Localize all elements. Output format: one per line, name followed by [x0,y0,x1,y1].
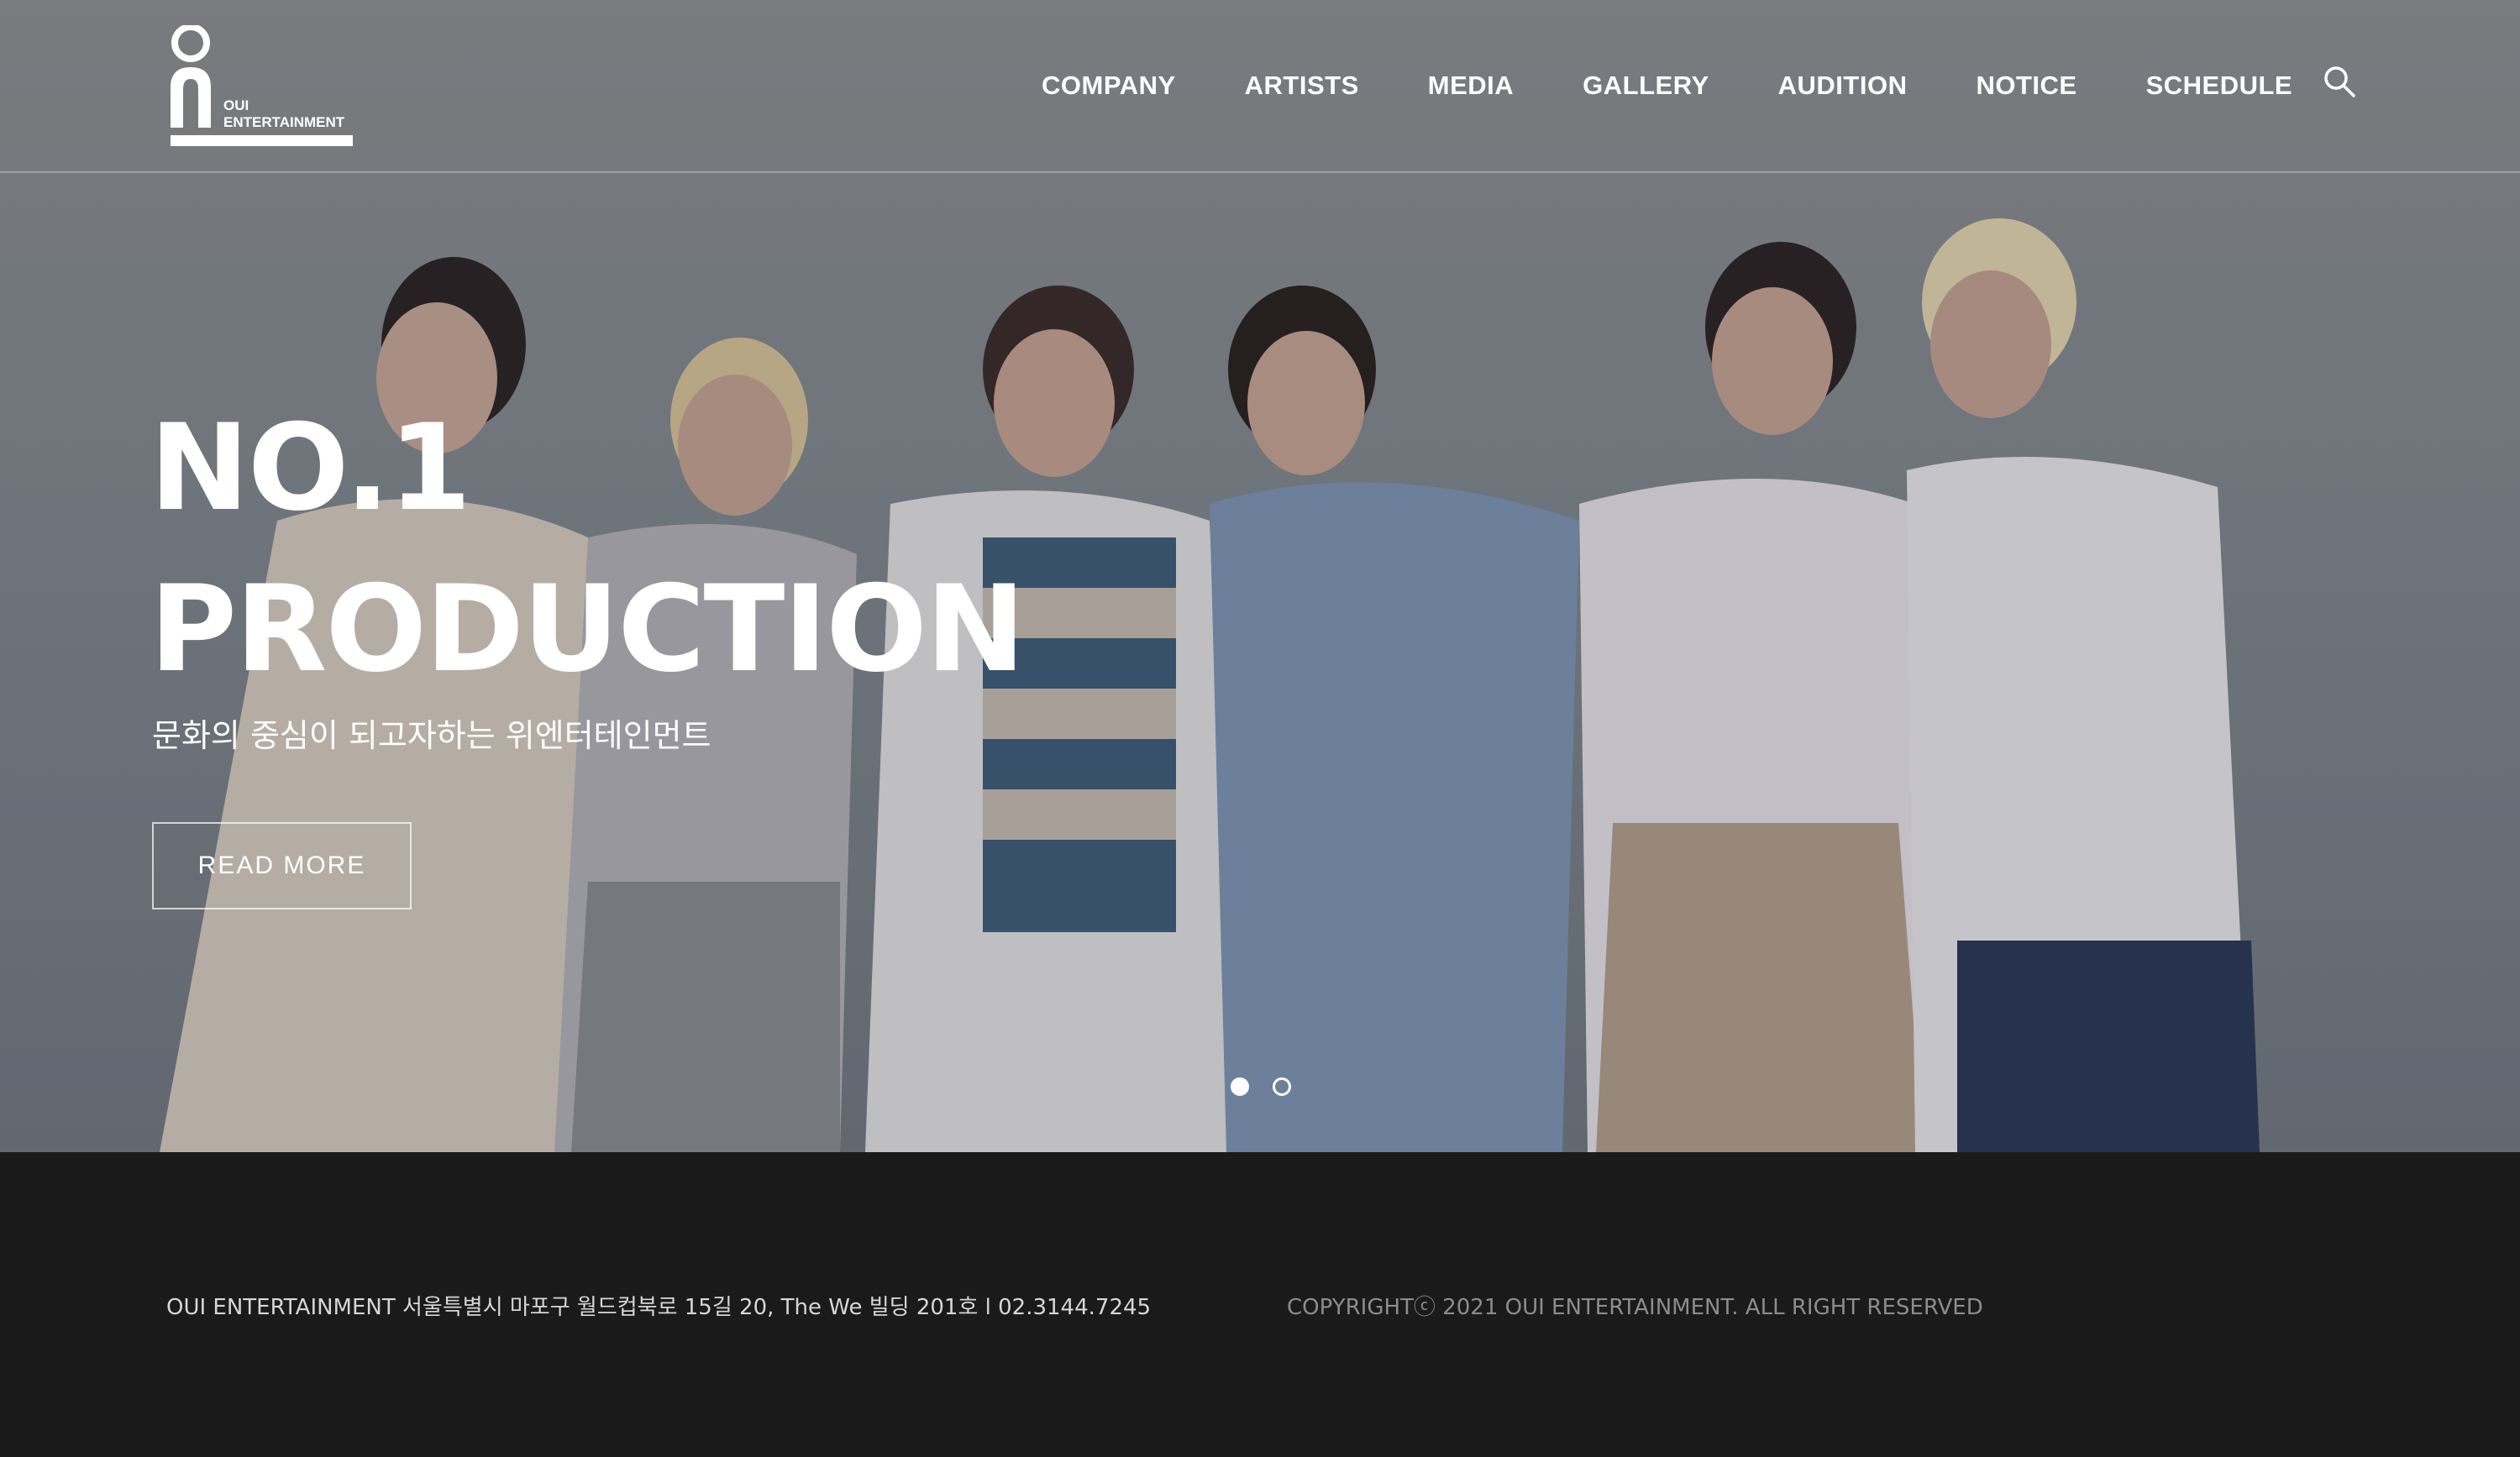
footer-company-info: OUI ENTERTAINMENT 서울특별시 마포구 월드컵북로 15길 20… [166,1295,1152,1320]
nav-item-artists[interactable]: ARTISTS [1245,71,1359,101]
site-header: OUI ENTERTAINMENT COMPANY ARTISTS MEDIA … [0,0,2520,173]
nav-item-schedule[interactable]: SCHEDULE [2146,71,2293,101]
hero-headline: NO.1 PRODUCTION [150,388,1026,710]
slider-pagination [1231,1077,1315,1096]
nav-item-audition[interactable]: AUDITION [1778,71,1908,101]
slide-dot-2[interactable] [1273,1077,1291,1096]
hero-headline-line1: NO.1 [150,399,471,537]
nav-item-company[interactable]: COMPANY [1042,71,1176,101]
logo-text-entertainment: ENTERTAINMENT [223,114,345,130]
oui-entertainment-logo[interactable]: OUI ENTERTAINMENT [168,25,354,148]
hero-headline-line2: PRODUCTION [150,560,1026,699]
slide-dot-1[interactable] [1231,1077,1249,1096]
site-footer: OUI ENTERTAINMENT 서울특별시 마포구 월드컵북로 15길 20… [0,1152,2520,1457]
read-more-button[interactable]: READ MORE [152,822,412,909]
nav-item-media[interactable]: MEDIA [1428,71,1514,101]
main-nav: COMPANY ARTISTS MEDIA GALLERY AUDITION N… [1042,69,2292,102]
footer-copyright: COPYRIGHTⓒ 2021 OUI ENTERTAINMENT. ALL R… [1287,1295,1983,1320]
nav-item-notice[interactable]: NOTICE [1976,71,2076,101]
logo-text-oui: OUI [223,97,249,113]
search-icon [2324,66,2355,97]
hero-subtitle: 문화의 중심이 되고자하는 위엔터테인먼트 [152,717,711,754]
page: NO.1 PRODUCTION 문화의 중심이 되고자하는 위엔터테인먼트 RE… [0,0,2520,1457]
search-button[interactable] [2322,64,2357,99]
nav-item-gallery[interactable]: GALLERY [1583,71,1709,101]
